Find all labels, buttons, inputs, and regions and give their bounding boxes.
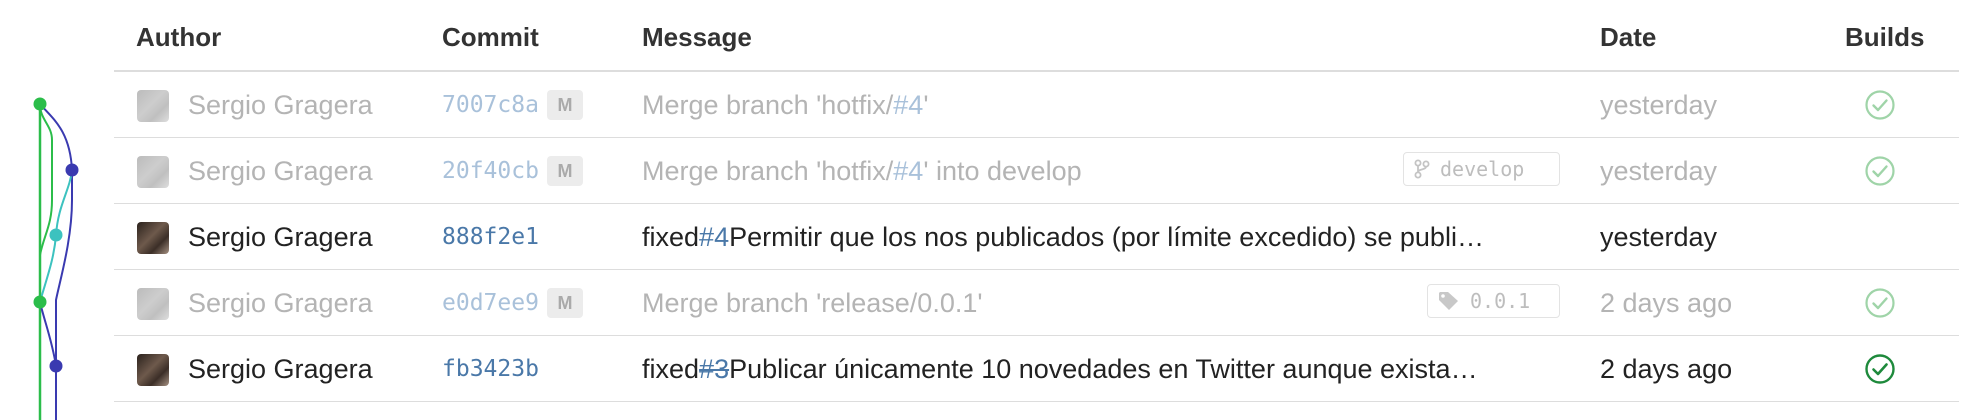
commit-cell: fb3423b bbox=[442, 336, 539, 402]
commit-date: 2 days ago bbox=[1600, 287, 1733, 318]
success-check-icon[interactable] bbox=[1864, 287, 1896, 319]
commit-message: Merge branch 'hotfix/#4 ' into develop bbox=[642, 138, 1082, 204]
table-row[interactable]: Sergio Gragera 888f2e1 fixed #4 Permitir… bbox=[114, 204, 1959, 270]
avatar bbox=[137, 354, 169, 386]
table-row[interactable]: Sergio Gragera e0d7ee9 M Merge branch 'r… bbox=[114, 270, 1959, 336]
branch-ref-badge[interactable]: develop bbox=[1403, 152, 1560, 186]
ref-name: develop bbox=[1440, 157, 1525, 181]
commit-sha-link[interactable]: 7007c8a bbox=[442, 92, 539, 118]
commits-table: Author Commit Message Date Builds Sergio… bbox=[114, 0, 1959, 402]
message-text: Merge branch 'hotfix/ bbox=[642, 89, 894, 120]
date-column-header: Date bbox=[1600, 22, 1657, 52]
builds-column-header: Builds bbox=[1845, 22, 1925, 52]
issue-link[interactable]: #4 bbox=[699, 222, 729, 253]
table-row[interactable]: Sergio Gragera 20f40cb M Merge branch 'h… bbox=[114, 138, 1959, 204]
message-text: Publicar únicamente 10 novedades en Twit… bbox=[729, 353, 1478, 384]
closed-issue-link[interactable]: #3 bbox=[699, 354, 729, 385]
commit-cell: 7007c8a M bbox=[442, 72, 583, 138]
success-check-icon[interactable] bbox=[1864, 353, 1896, 385]
graph-node bbox=[65, 163, 79, 177]
commit-message: Merge branch 'hotfix/#4 ' bbox=[642, 72, 928, 138]
commit-date: yesterday bbox=[1600, 89, 1718, 120]
author-name: Sergio Gragera bbox=[188, 287, 373, 318]
commit-cell: 20f40cb M bbox=[442, 138, 583, 204]
graph-node bbox=[33, 97, 47, 111]
message-text: fixed bbox=[642, 353, 700, 384]
message-text: Merge branch 'release/0.0.1' bbox=[642, 287, 983, 318]
issue-link[interactable]: #4 bbox=[893, 90, 923, 121]
avatar bbox=[137, 288, 169, 320]
tag-ref-badge[interactable]: 0.0.1 bbox=[1427, 284, 1560, 318]
table-header: Author Commit Message Date Builds bbox=[114, 0, 1959, 72]
merge-badge: M bbox=[546, 90, 583, 120]
branch-icon bbox=[1414, 159, 1430, 179]
commit-sha-link[interactable]: 20f40cb bbox=[442, 158, 539, 184]
tag-icon bbox=[1439, 292, 1458, 310]
commit-date: 2 days ago bbox=[1600, 353, 1733, 384]
commit-message: fixed #4 Permitir que los nos publicados… bbox=[642, 204, 1484, 270]
commit-sha-link[interactable]: e0d7ee9 bbox=[442, 290, 539, 316]
author-name: Sergio Gragera bbox=[188, 353, 373, 384]
table-row[interactable]: Sergio Gragera 7007c8a M Merge branch 'h… bbox=[114, 72, 1959, 138]
graph-node bbox=[49, 228, 63, 242]
success-check-icon[interactable] bbox=[1864, 89, 1896, 121]
commit-date: yesterday bbox=[1600, 155, 1718, 186]
message-text: ' into develop bbox=[923, 155, 1082, 186]
avatar bbox=[137, 90, 169, 122]
commit-cell: e0d7ee9 M bbox=[442, 270, 583, 336]
author-name: Sergio Gragera bbox=[188, 221, 373, 252]
commit-date: yesterday bbox=[1600, 221, 1718, 252]
commit-sha-link[interactable]: 888f2e1 bbox=[442, 224, 539, 250]
message-text: Permitir que los nos publicados (por lím… bbox=[729, 221, 1484, 252]
commit-sha-link[interactable]: fb3423b bbox=[442, 356, 539, 382]
ref-name: 0.0.1 bbox=[1470, 289, 1531, 313]
avatar bbox=[137, 156, 169, 188]
author-name: Sergio Gragera bbox=[188, 155, 373, 186]
commit-column-header: Commit bbox=[442, 22, 539, 52]
author-name: Sergio Gragera bbox=[188, 89, 373, 120]
merge-badge: M bbox=[546, 156, 583, 186]
author-column-header: Author bbox=[136, 22, 222, 52]
commit-message: fixed #3 Publicar únicamente 10 novedade… bbox=[642, 336, 1478, 402]
merge-badge: M bbox=[546, 288, 583, 318]
commit-message: Merge branch 'release/0.0.1' bbox=[642, 270, 983, 336]
avatar bbox=[137, 222, 169, 254]
message-column-header: Message bbox=[642, 22, 752, 52]
graph-node bbox=[49, 359, 63, 373]
commit-graph bbox=[33, 97, 79, 420]
message-text: fixed bbox=[642, 221, 700, 252]
success-check-icon[interactable] bbox=[1864, 155, 1896, 187]
table-row[interactable]: Sergio Gragera fb3423b fixed #3 Publicar… bbox=[114, 336, 1959, 402]
graph-node bbox=[33, 295, 47, 309]
message-text: Merge branch 'hotfix/ bbox=[642, 155, 894, 186]
message-text: ' bbox=[923, 89, 929, 120]
commit-cell: 888f2e1 bbox=[442, 204, 539, 270]
issue-link[interactable]: #4 bbox=[893, 156, 923, 187]
